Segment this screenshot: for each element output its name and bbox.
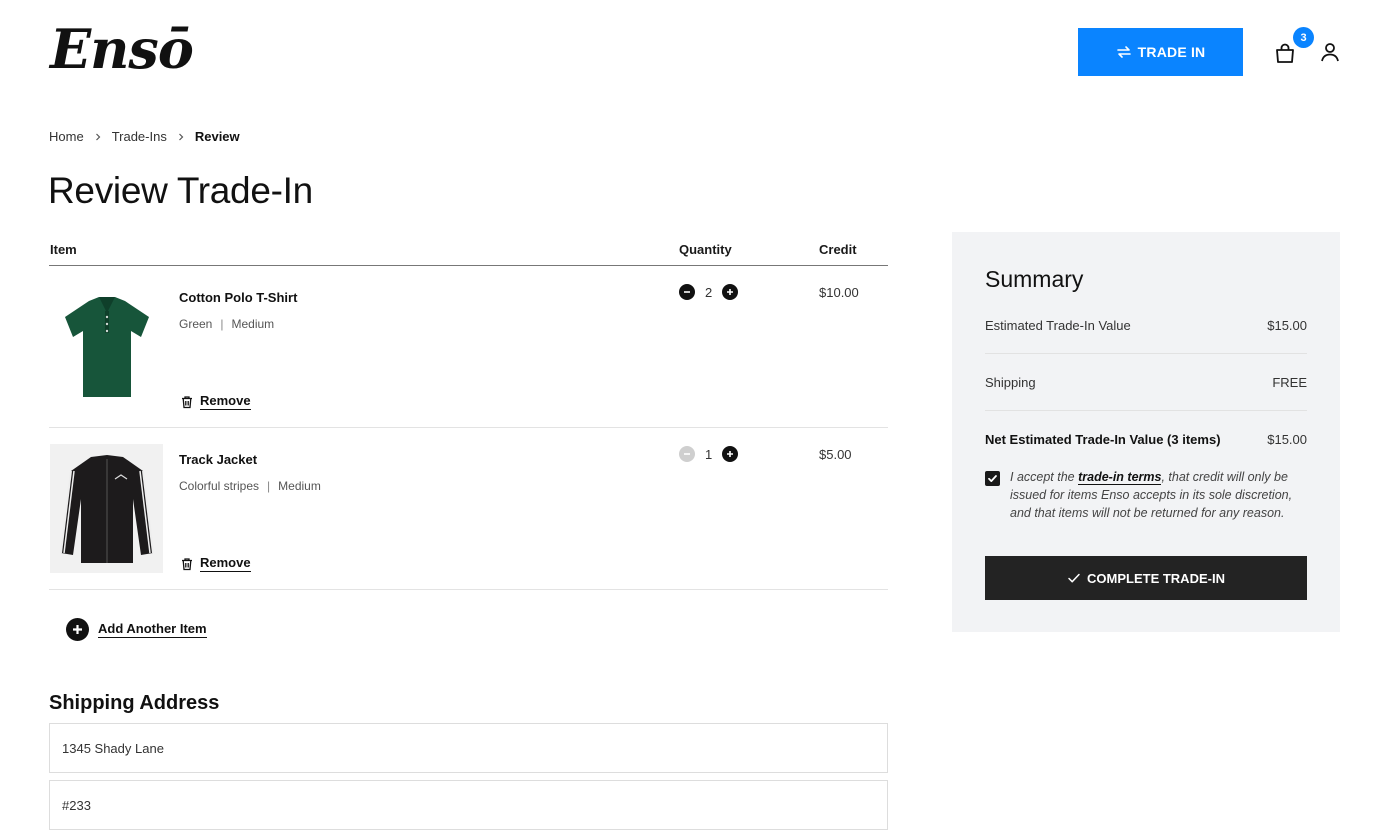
- address-line2-input[interactable]: [49, 780, 888, 830]
- item-size: Medium: [231, 317, 275, 331]
- net-value-row: Net Estimated Trade-In Value (3 items) $…: [985, 432, 1307, 447]
- table-row: Track Jacket Colorful stripes | Medium Rem…: [49, 428, 888, 590]
- shipping-row: Shipping FREE: [985, 375, 1307, 390]
- remove-button[interactable]: Remove: [180, 555, 251, 572]
- terms-prefix: I accept the: [1010, 470, 1079, 484]
- accept-terms-checkbox[interactable]: [985, 471, 1000, 486]
- add-another-item-label: Add Another Item: [98, 621, 207, 638]
- complete-trade-in-label: COMPLETE TRADE-IN: [1087, 570, 1225, 586]
- item-color: Green: [179, 317, 213, 331]
- trash-icon: [182, 557, 192, 570]
- polo-shirt-illustration: [64, 296, 149, 397]
- chevron-right-icon: [95, 133, 101, 140]
- trash-icon: [182, 395, 192, 408]
- polo-shirt-image: [50, 282, 163, 411]
- quantity-value: 1: [705, 446, 713, 462]
- minus-icon: [684, 453, 690, 455]
- shopping-bag-icon[interactable]: [1274, 42, 1296, 64]
- decrease-quantity-button[interactable]: [679, 446, 695, 462]
- shipping-address-title: Shipping Address: [49, 692, 220, 714]
- checkmark-icon: [988, 475, 997, 482]
- remove-label: Remove: [200, 555, 251, 572]
- user-account-icon[interactable]: [1319, 41, 1341, 63]
- terms-acceptance: I accept the trade-in terms, that credit…: [985, 468, 1307, 522]
- quantity-stepper: 1: [679, 446, 739, 462]
- summary-divider: [985, 353, 1307, 354]
- net-value-amount: $15.00: [1267, 432, 1307, 447]
- estimated-value-label: Estimated Trade-In Value: [985, 318, 1131, 333]
- plus-icon: [727, 451, 734, 457]
- swap-arrows-icon: [1116, 46, 1131, 58]
- increase-quantity-button[interactable]: [722, 284, 739, 300]
- add-another-item-button[interactable]: Add Another Item: [66, 618, 207, 641]
- breadcrumb: Home Trade-Ins Review: [49, 129, 240, 144]
- trade-in-table: Item Quantity Credit Cotton Polo T-Shirt…: [49, 232, 888, 590]
- decrease-quantity-button[interactable]: [679, 284, 695, 300]
- checkmark-icon: [1068, 573, 1080, 583]
- complete-trade-in-button[interactable]: COMPLETE TRADE-IN: [985, 556, 1307, 600]
- table-row: Cotton Polo T-Shirt Green | Medium Remove …: [49, 266, 888, 428]
- item-credit: $10.00: [819, 285, 859, 300]
- increase-quantity-button[interactable]: [722, 446, 739, 462]
- summary-panel: Summary Estimated Trade-In Value $15.00 …: [952, 232, 1340, 632]
- summary-divider: [985, 410, 1307, 411]
- trade-in-label: TRADE IN: [1137, 44, 1206, 60]
- header-credit: Credit: [819, 242, 857, 257]
- quantity-stepper: 2: [679, 284, 739, 300]
- estimated-value-amount: $15.00: [1267, 318, 1307, 333]
- header-quantity: Quantity: [679, 242, 732, 257]
- item-credit: $5.00: [819, 447, 852, 462]
- remove-label: Remove: [200, 393, 251, 410]
- track-jacket-image: [50, 444, 163, 573]
- plus-circle-icon: [66, 618, 89, 641]
- breadcrumb-home[interactable]: Home: [49, 129, 84, 144]
- chevron-right-icon: [178, 133, 184, 140]
- item-name: Cotton Polo T-Shirt: [179, 290, 298, 305]
- minus-icon: [684, 291, 690, 293]
- terms-text: I accept the trade-in terms, that credit…: [1010, 468, 1307, 522]
- item-color: Colorful stripes: [179, 479, 260, 493]
- track-jacket-illustration: [59, 454, 154, 563]
- header-item: Item: [50, 242, 77, 257]
- page-title: Review Trade-In: [48, 170, 313, 211]
- item-name: Track Jacket: [179, 452, 258, 467]
- remove-button[interactable]: Remove: [180, 393, 251, 410]
- breadcrumb-review: Review: [194, 129, 240, 144]
- trade-in-button[interactable]: TRADE IN: [1078, 28, 1243, 76]
- item-size: Medium: [278, 479, 321, 493]
- estimated-value-row: Estimated Trade-In Value $15.00: [985, 318, 1307, 333]
- table-header: Item Quantity Credit: [49, 232, 888, 266]
- trade-in-terms-link[interactable]: trade-in terms: [1078, 470, 1162, 485]
- item-meta: Colorful stripes | Medium: [179, 479, 321, 493]
- summary-title: Summary: [985, 266, 1084, 292]
- quantity-value: 2: [705, 284, 713, 300]
- address-line1-input[interactable]: [49, 723, 888, 773]
- item-meta: Green | Medium: [179, 317, 275, 331]
- breadcrumb-trade-ins[interactable]: Trade-Ins: [112, 129, 167, 144]
- enso-logo[interactable]: Ensō: [50, 22, 194, 76]
- shipping-value: FREE: [1272, 375, 1307, 390]
- plus-icon: [727, 289, 734, 295]
- shipping-label: Shipping: [985, 375, 1036, 390]
- net-value-label: Net Estimated Trade-In Value (3 items): [985, 432, 1221, 447]
- cart-count-badge: 3: [1293, 27, 1314, 48]
